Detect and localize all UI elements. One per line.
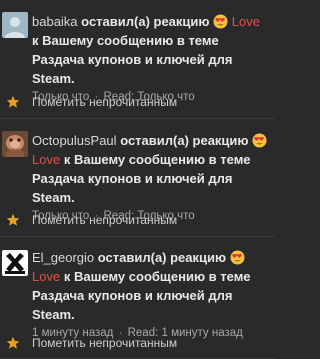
mark-unread-link[interactable]: Пометить непрочитанным bbox=[32, 213, 177, 227]
star-icon[interactable] bbox=[6, 95, 20, 109]
love-emoji-icon bbox=[230, 250, 245, 265]
reaction-label: Love bbox=[32, 152, 61, 167]
preposition: к bbox=[32, 33, 39, 48]
notification-text: El_georgio оставил(а) реакцию Love к Ваш… bbox=[32, 248, 269, 324]
notification-text: OctopulusPaul оставил(а) реакцию Love к … bbox=[32, 131, 269, 207]
username-link[interactable]: El_georgio bbox=[32, 250, 94, 265]
action-text: оставил(а) реакцию bbox=[97, 250, 227, 265]
star-icon[interactable] bbox=[6, 336, 20, 350]
love-emoji-icon bbox=[213, 14, 228, 29]
avatar[interactable] bbox=[2, 12, 28, 38]
avatar-logo-icon bbox=[2, 250, 28, 276]
notification-text: babaika оставил(а) реакцию Love к Вашему… bbox=[32, 12, 269, 88]
avatar-photo-icon bbox=[2, 131, 28, 157]
action-text: оставил(а) реакцию bbox=[120, 133, 249, 148]
notification-item[interactable]: OctopulusPaul оставил(а) реакцию Love к … bbox=[0, 119, 275, 237]
reaction-label: Love bbox=[32, 269, 61, 284]
notification-list: babaika оставил(а) реакцию Love к Вашему… bbox=[0, 0, 275, 359]
username-link[interactable]: babaika bbox=[32, 14, 78, 29]
notification-item[interactable]: El_georgio оставил(а) реакцию Love к Ваш… bbox=[0, 237, 275, 359]
preposition: к bbox=[63, 269, 71, 284]
love-emoji-icon bbox=[252, 133, 267, 148]
username-link[interactable]: OctopulusPaul bbox=[32, 133, 117, 148]
reaction-label: Love bbox=[231, 14, 260, 29]
avatar[interactable] bbox=[2, 131, 28, 157]
star-icon[interactable] bbox=[6, 213, 20, 227]
preposition: к bbox=[63, 152, 71, 167]
avatar-placeholder-icon bbox=[2, 12, 28, 38]
message-link[interactable]: Вашему сообщению в теме Раздача купонов … bbox=[32, 33, 232, 86]
mark-unread-link[interactable]: Пометить непрочитанным bbox=[32, 95, 177, 109]
mark-unread-link[interactable]: Пометить непрочитанным bbox=[32, 336, 177, 350]
avatar[interactable] bbox=[2, 250, 28, 276]
action-text: оставил(а) реакцию bbox=[81, 14, 210, 29]
notification-item[interactable]: babaika оставил(а) реакцию Love к Вашему… bbox=[0, 0, 275, 119]
